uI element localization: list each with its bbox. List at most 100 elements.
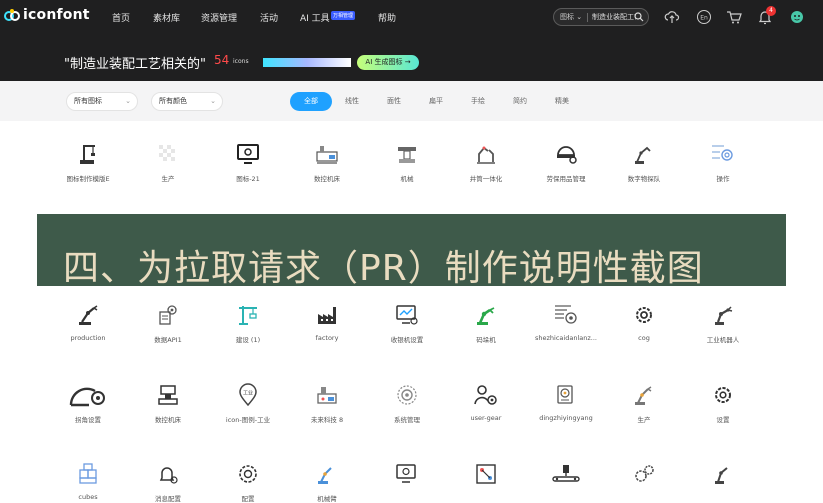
search-result-banner: "制造业装配工艺相关的" 54 icons AI 生成图标 →: [0, 34, 823, 81]
color-select[interactable]: 所有颜色 ⌄: [151, 92, 223, 111]
icon-card[interactable]: production: [48, 303, 128, 342]
language-icon[interactable]: En: [696, 9, 712, 25]
settings-gear-icon: [715, 387, 731, 403]
tab-exquisite[interactable]: 精美: [555, 92, 569, 111]
icon-card[interactable]: [446, 462, 526, 493]
future-tech-machine-icon: [317, 387, 337, 404]
top-navigation-bar: iconfont 首页 素材库 资源管理 活动 AI 工具 万相管理 帮助 图标…: [0, 0, 823, 34]
section-title-overlay: 四、为拉取请求（PR）制作说明性截图: [37, 214, 786, 289]
production-robot-arm-icon: [79, 305, 98, 325]
icon-card[interactable]: 数字物探队: [604, 142, 684, 183]
icon-label: 井筒一体化: [469, 175, 503, 183]
mechanical-arm-icon: [318, 467, 332, 484]
chevron-down-icon: ⌄: [210, 97, 216, 105]
icon-card[interactable]: 机械臂: [287, 462, 367, 503]
icon-card[interactable]: 生产: [128, 142, 208, 183]
icon-card[interactable]: 工业 icon-图例-工业: [208, 383, 288, 424]
icon-card[interactable]: cog: [604, 303, 684, 342]
icon-label: 配置: [241, 495, 255, 503]
tab-simple[interactable]: 简约: [513, 92, 527, 111]
icon-card[interactable]: 拐角设置: [48, 383, 128, 424]
icon-card[interactable]: 图标制作模版E: [48, 142, 128, 183]
nav-item-resources[interactable]: 资源管理: [201, 11, 237, 24]
chevron-down-icon: ⌄: [125, 97, 131, 105]
icon-card[interactable]: 数控机床: [128, 383, 208, 424]
data-api-gear-icon: [159, 305, 177, 325]
tab-filled[interactable]: 面性: [387, 92, 401, 111]
icon-label: 工业机器人: [706, 336, 740, 344]
icon-card[interactable]: factory: [287, 303, 367, 342]
factory-icon: [318, 307, 336, 324]
icon-label: 图标制作模版E: [66, 175, 110, 183]
palletizer-robot-icon: [477, 307, 495, 325]
search-divider: [587, 13, 588, 22]
system-management-gear-icon: [397, 385, 417, 405]
tab-linear[interactable]: 线性: [345, 92, 359, 111]
icon-card[interactable]: 操作: [683, 142, 763, 183]
icon-card[interactable]: 收银机设置: [367, 303, 447, 344]
result-unit: icons: [233, 58, 249, 65]
tab-flat[interactable]: 扁平: [429, 92, 443, 111]
icon-card[interactable]: [683, 462, 763, 493]
icon-type-select[interactable]: 所有图标 ⌄: [66, 92, 138, 111]
icon-card[interactable]: dingzhiyingyang: [526, 383, 606, 422]
cnc-machine-icon: [316, 146, 338, 164]
icon-card[interactable]: 配置: [208, 462, 288, 503]
icon-card[interactable]: 未来科技 8: [287, 383, 367, 424]
icon-label: 系统管理: [394, 416, 420, 424]
icon-label: 建设 (1): [235, 336, 261, 344]
industrial-robot-icon: [715, 306, 733, 325]
icon-card[interactable]: [367, 462, 447, 493]
tab-all[interactable]: 全部: [290, 92, 332, 111]
icon-label: icon-图例-工业: [225, 416, 271, 424]
search-icon[interactable]: [634, 12, 644, 22]
ai-generate-icon-button[interactable]: AI 生成图标 →: [357, 55, 419, 70]
icon-card[interactable]: [604, 462, 684, 493]
icon-label: 机械臂: [317, 495, 337, 503]
search-input[interactable]: 图标 ⌄ 制造业装配工艺: [553, 8, 649, 26]
icon-card[interactable]: user-gear: [446, 383, 526, 422]
cog-icon: [636, 307, 652, 323]
icon-card[interactable]: 工业机器人: [683, 303, 763, 344]
user-avatar-icon[interactable]: [789, 9, 805, 25]
nav-item-events[interactable]: 活动: [260, 11, 278, 24]
icon-label: 收银机设置: [390, 336, 424, 344]
color-gradient-bar: [263, 58, 351, 67]
cart-icon[interactable]: [726, 9, 742, 25]
notification-count-badge: 4: [766, 6, 776, 16]
icon-card[interactable]: cubes: [48, 462, 128, 501]
icon-card[interactable]: 系统管理: [367, 383, 447, 424]
icon-card[interactable]: 机械: [367, 142, 447, 183]
nav-item-help[interactable]: 帮助: [378, 11, 396, 24]
search-type-select[interactable]: 图标 ⌄: [560, 12, 582, 22]
icon-label: 图标-21: [236, 175, 260, 183]
iconfont-logo[interactable]: iconfont: [4, 7, 90, 23]
industry-location-pin-icon: 工业: [239, 383, 257, 407]
icon-card[interactable]: 建设 (1): [208, 303, 288, 344]
gears-icon: [635, 465, 654, 482]
user-gear-icon: [474, 385, 497, 405]
search-value[interactable]: 制造业装配工艺: [592, 12, 636, 22]
section-title-text: 四、为拉取请求（PR）制作说明性截图: [63, 248, 704, 289]
nav-item-home[interactable]: 首页: [112, 11, 130, 24]
icon-card[interactable]: 消息配置: [128, 462, 208, 503]
icon-card[interactable]: [526, 462, 606, 493]
icon-card[interactable]: 井筒一体化: [446, 142, 526, 183]
icon-card[interactable]: 数控机床: [287, 142, 367, 183]
icon-card[interactable]: 数据API1: [128, 303, 208, 344]
icon-label: 设置: [716, 416, 730, 424]
icon-card[interactable]: 码垛机: [446, 303, 526, 344]
icon-label: 数控机床: [155, 416, 181, 424]
icon-card[interactable]: shezhicaidanlanz...: [526, 303, 606, 342]
icon-label: user-gear: [470, 414, 502, 422]
nav-item-library[interactable]: 素材库: [153, 11, 180, 24]
upload-icon[interactable]: [664, 9, 680, 25]
nav-item-ai-tools[interactable]: AI 工具: [300, 11, 330, 24]
icon-card[interactable]: 设置: [683, 383, 763, 424]
icon-card[interactable]: 劳保用品管理: [526, 142, 606, 183]
corner-settings-icon: [69, 387, 105, 407]
icon-card[interactable]: 生产: [604, 383, 684, 424]
icon-card[interactable]: 图标-21: [208, 142, 288, 183]
tab-handdrawn[interactable]: 手绘: [471, 92, 485, 111]
icon-label: 数据API1: [154, 336, 182, 344]
